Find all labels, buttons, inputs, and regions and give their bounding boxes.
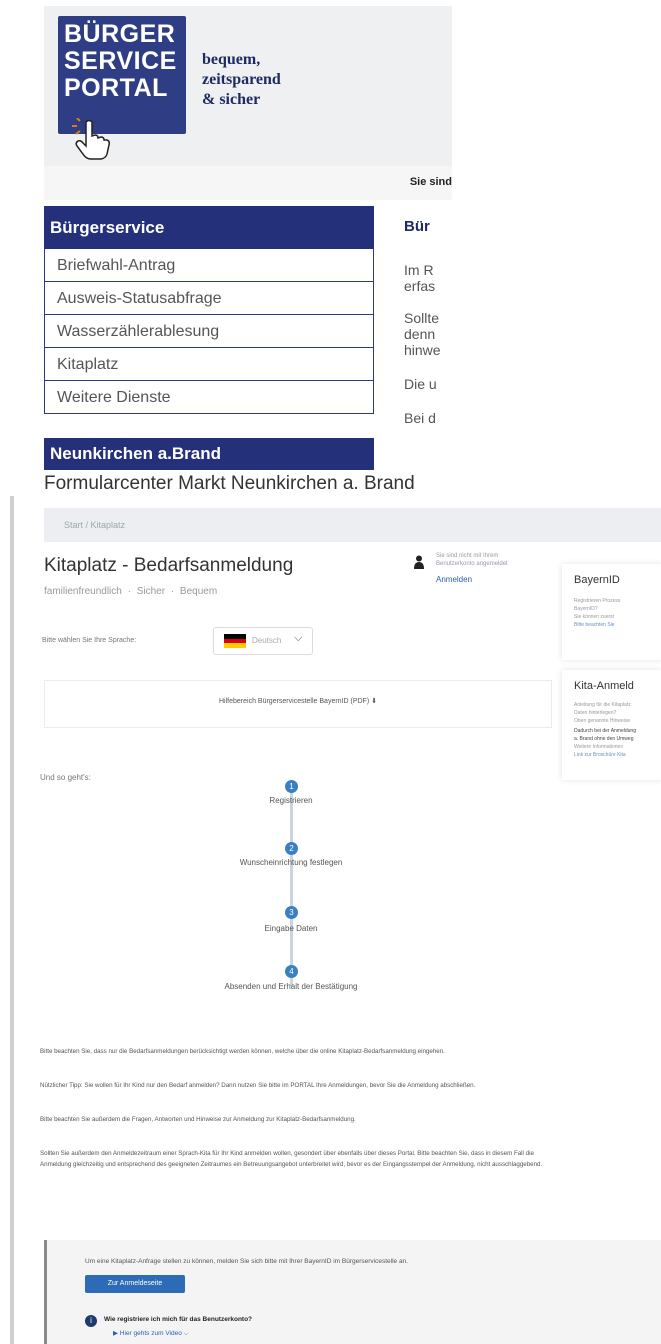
login-status: Sie sind nicht mit Ihrem Benutzerkonto a… [414, 553, 554, 593]
portal-tagline: bequem, zeitsparend & sicher [202, 50, 281, 110]
left-divider [10, 496, 14, 1344]
login-page-button[interactable]: Zur Anmeldeseite [85, 1275, 185, 1293]
sidebar-section-neunkirchen[interactable]: Neunkirchen a.Brand [44, 438, 374, 470]
card-text: Weitere Informationen [574, 744, 624, 750]
tagline-line: & sicher [202, 91, 261, 108]
faq-question[interactable]: Wie registriere ich mich für das Benutze… [104, 1316, 252, 1323]
sidebar-item-weitere-dienste[interactable]: Weitere Dienste [44, 381, 374, 414]
login-link[interactable]: Anmelden [436, 575, 472, 584]
help-download-box: Hilfebereich Bürgerservicestelle BayernI… [44, 680, 552, 728]
sidebar-heading: Bürgerservice [44, 206, 374, 249]
logo-line-1: BÜRGER [64, 20, 176, 48]
login-panel: Um eine Kitaplatz-Anfrage stellen zu kön… [44, 1240, 661, 1344]
logo-line-2: SERVICE [64, 47, 177, 75]
sidebar-item-kitaplatz[interactable]: Kitaplatz [44, 348, 374, 381]
login-status-text: Sie sind nicht mit Ihrem [436, 553, 499, 559]
chevron-down-icon: ⌵ [294, 632, 303, 644]
pointing-hand-icon [72, 118, 110, 160]
card-text: Oben genannte Hinweise [574, 718, 631, 724]
step-label: Absenden und Erhalt der Bestätigung [224, 982, 358, 991]
card-text: BayernID? [574, 606, 598, 612]
tagline-line: zeitsparend [202, 71, 281, 88]
buergerservice-portal-screenshot: BÜRGER SERVICE PORTAL bequem, zeitsparen… [0, 0, 452, 470]
help-download-link[interactable]: Hilfebereich Bürgerservicestelle BayernI… [45, 697, 551, 705]
bayernid-card: BayernID Registrieren Prozess BayernID? … [562, 564, 661, 660]
user-status-strip: Sie sind [44, 166, 452, 200]
step-number-icon: 3 [285, 906, 298, 919]
steps-connector-line [290, 790, 293, 986]
tagline-line: bequem, [202, 51, 261, 68]
card-text: Registrieren Prozess [574, 598, 621, 604]
content-text: Bei d [404, 410, 436, 426]
content-text: Im R [404, 262, 434, 278]
content-title: Bür [404, 218, 430, 235]
language-value: Deutsch [252, 636, 282, 645]
sidebar-item-wasserzaehler[interactable]: Wasserzählerablesung [44, 315, 374, 348]
step-label: Registrieren [269, 796, 313, 805]
step-number-icon: 2 [285, 842, 298, 855]
language-label: Bitte wählen Sie Ihre Sprache: [42, 637, 137, 644]
card-text: Sie können zuerst [574, 614, 615, 620]
portal-sidebar: Bürgerservice Briefwahl-Antrag Ausweis-S… [44, 206, 374, 414]
video-link[interactable]: ▶ Hier gehts zum Video ⌵ [113, 1329, 189, 1338]
portal-content-cropped: Bür Im R erfas Sollte denn hinwe Die u B… [386, 206, 452, 470]
steps-intro: Und so geht's: [40, 773, 91, 782]
login-prompt: Um eine Kitaplatz-Anfrage stellen zu kön… [85, 1258, 408, 1265]
page-subtitle: familienfreundlich · Sicher · Bequem [44, 586, 218, 597]
card-text: Daten hinterlegen? [574, 710, 617, 716]
formularcenter-header: Formularcenter Markt Neunkirchen a. Bran… [44, 473, 415, 494]
sidebar-item-ausweis[interactable]: Ausweis-Statusabfrage [44, 282, 374, 315]
info-paragraph: Bitte beachten Sie, dass nur die Bedarfs… [40, 1048, 445, 1055]
login-status-text: Benutzerkonto angemeldet [436, 561, 508, 567]
breadcrumb[interactable]: Start / Kitaplatz [64, 520, 125, 530]
info-icon: i [85, 1315, 97, 1327]
content-text: erfas [404, 278, 436, 294]
content-text: hinwe [404, 342, 441, 358]
breadcrumb-bar: Start / Kitaplatz [44, 508, 661, 542]
logo-line-3: PORTAL [64, 74, 168, 102]
info-paragraph: Sollten Sie außerdem den Anmeldezeitraum… [40, 1150, 543, 1168]
content-text: denn [404, 326, 436, 342]
content-text: Die u [404, 376, 437, 392]
card-text: a. Brand ohne den Umweg [574, 736, 634, 742]
step-label: Eingabe Daten [264, 924, 318, 933]
info-paragraph-links[interactable]: Bitte beachten Sie außerdem die Fragen, … [40, 1114, 550, 1125]
card-text: Dadurch bei der Anmeldung [574, 728, 636, 734]
portal-logo[interactable]: BÜRGER SERVICE PORTAL [58, 16, 186, 134]
card-link[interactable]: Link zur Broschüre Kita [574, 752, 626, 758]
card-link[interactable]: Bitte beachten Sie [574, 622, 615, 628]
card-text: Anleitung für die Kitaplatz [574, 702, 631, 708]
page-title: Kitaplatz - Bedarfsanmeldung [44, 555, 294, 576]
card-title: Kita-Anmeld [574, 680, 634, 692]
card-title: BayernID [574, 574, 620, 586]
step-number-icon: 1 [285, 780, 298, 793]
content-text: Sollte [404, 310, 440, 326]
language-select[interactable]: Deutsch ⌵ [213, 627, 313, 655]
kita-anmeldung-card: Kita-Anmeld Anleitung für die Kitaplatz … [562, 670, 661, 780]
info-paragraph: Nützlicher Tipp: Sie wollen für Ihr Kind… [40, 1082, 476, 1089]
person-icon [414, 555, 424, 569]
step-label: Wunscheinrichtung festlegen [239, 858, 343, 867]
sidebar-item-briefwahl[interactable]: Briefwahl-Antrag [44, 249, 374, 282]
step-number-icon: 4 [285, 965, 298, 978]
german-flag-icon [224, 634, 246, 648]
user-status-text: Sie sind [409, 176, 452, 188]
